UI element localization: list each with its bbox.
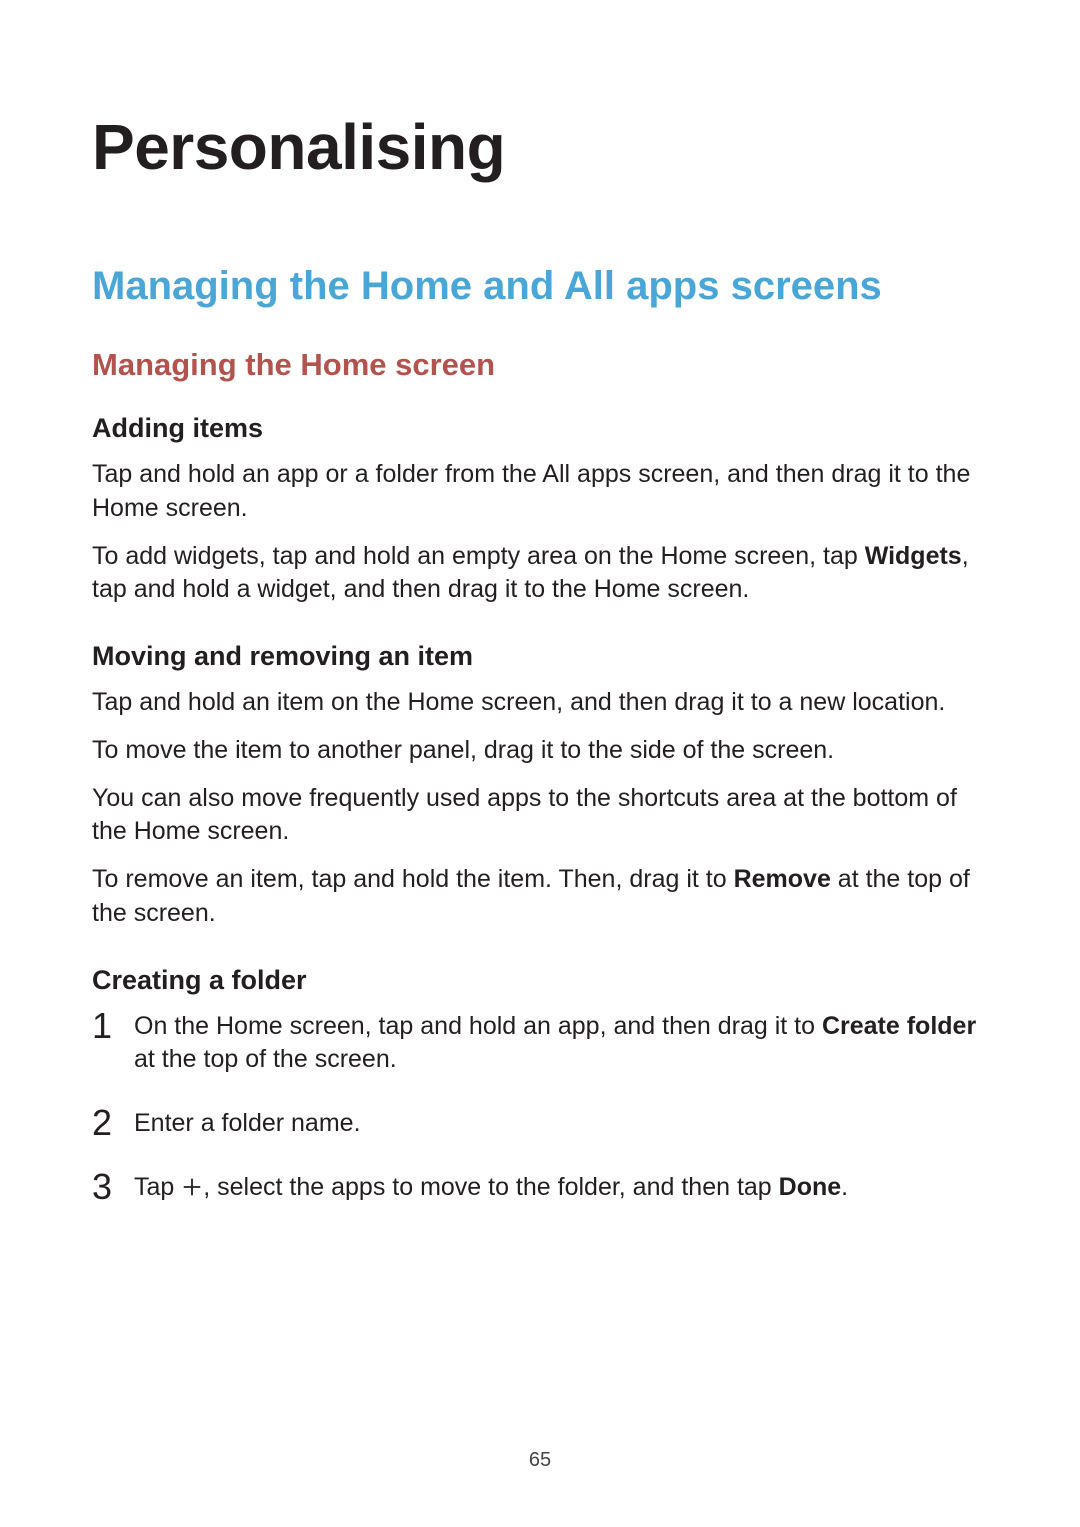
numbered-steps: On the Home screen, tap and hold an app,… [92,1010,988,1208]
topic-moving-removing: Moving and removing an item Tap and hold… [92,641,988,931]
body-text: Tap and hold an item on the Home screen,… [92,686,988,720]
text-fragment: . [841,1173,848,1201]
plus-icon [181,1174,203,1208]
subsection-heading: Managing the Home screen [92,347,988,383]
step-item: On the Home screen, tap and hold an app,… [92,1010,988,1078]
body-text: To remove an item, tap and hold the item… [92,863,988,931]
text-fragment: at the top of the screen. [134,1045,397,1073]
bold-text: Done [779,1173,842,1201]
page-container: Personalising Managing the Home and All … [0,0,1080,1527]
text-fragment: On the Home screen, tap and hold an app,… [134,1012,822,1040]
body-text: You can also move frequently used apps t… [92,782,988,850]
body-text: Tap and hold an app or a folder from the… [92,458,988,526]
topic-title: Moving and removing an item [92,641,988,672]
step-item: Enter a folder name. [92,1107,988,1141]
text-fragment: To add widgets, tap and hold an empty ar… [92,542,865,570]
text-fragment: Tap [134,1173,181,1201]
bold-text: Widgets [865,542,962,570]
page-number: 65 [0,1449,1080,1472]
body-text: To move the item to another panel, drag … [92,734,988,768]
body-text: To add widgets, tap and hold an empty ar… [92,540,988,608]
chapter-title: Personalising [92,110,988,184]
topic-adding-items: Adding items Tap and hold an app or a fo… [92,413,988,607]
bold-text: Create folder [822,1012,976,1040]
topic-title: Creating a folder [92,965,988,996]
step-item: Tap , select the apps to move to the fol… [92,1171,988,1208]
topic-creating-folder: Creating a folder On the Home screen, ta… [92,965,988,1208]
text-fragment: To remove an item, tap and hold the item… [92,865,734,893]
section-heading: Managing the Home and All apps screens [92,264,988,309]
bold-text: Remove [734,865,831,893]
text-fragment: , select the apps to move to the folder,… [203,1173,778,1201]
topic-title: Adding items [92,413,988,444]
